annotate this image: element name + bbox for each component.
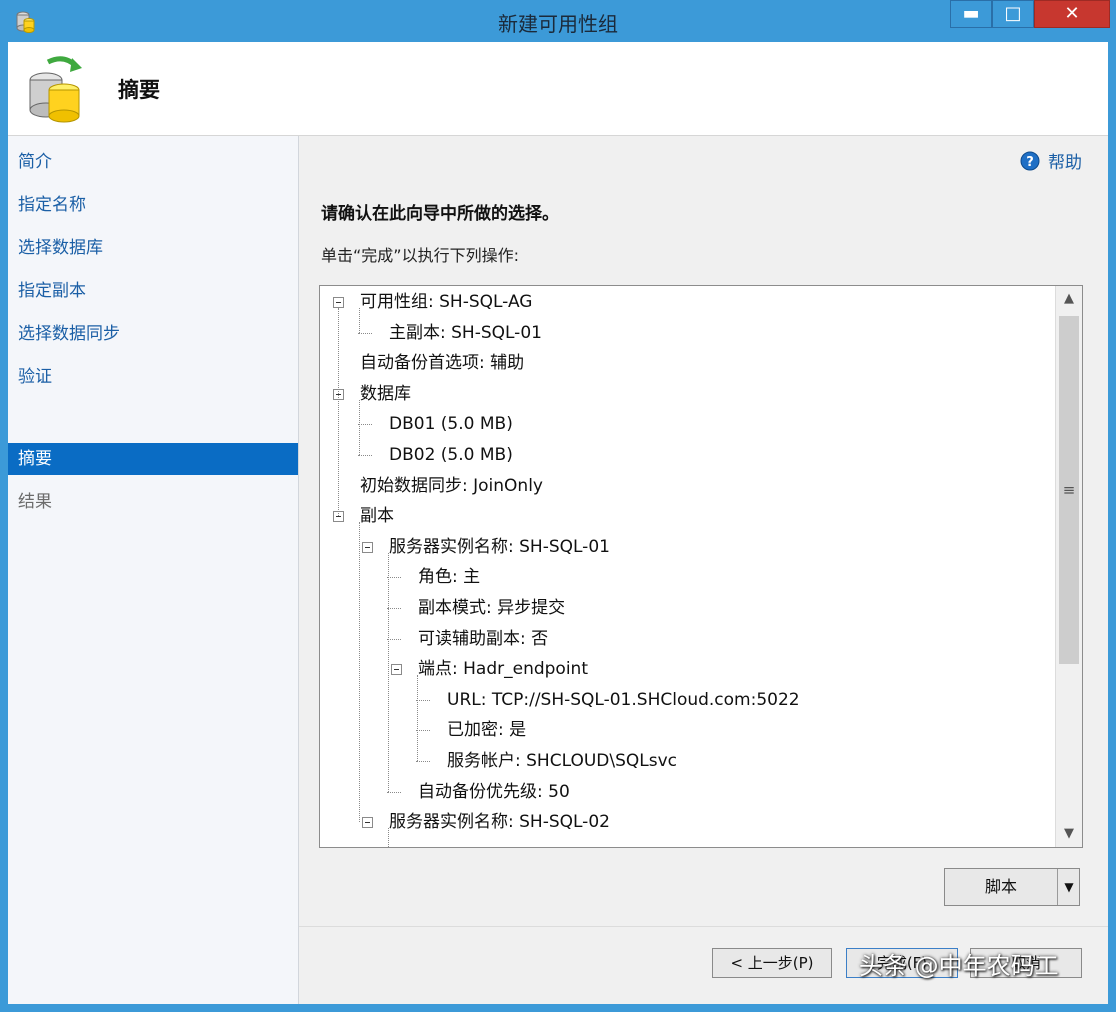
sidebar-item-validation[interactable]: 验证 — [8, 361, 298, 393]
sidebar-item-name[interactable]: 指定名称 — [8, 189, 298, 221]
tree-node[interactable]: 自动备份优先级: 50 — [418, 777, 570, 807]
title-bar[interactable]: 新建可用性组 ▬ □ ✕ — [0, 0, 1116, 42]
summary-tree[interactable]: 可用性组: SH-SQL-AG 主副本: SH-SQL-01 自动备份首选项: 辅助… — [319, 285, 1083, 848]
page-title: 摘要 — [118, 78, 160, 102]
tree-node[interactable]: 可读辅助副本: 否 — [418, 624, 548, 654]
chevron-up-icon: ▲ — [1064, 291, 1074, 306]
tree-connector — [358, 424, 372, 426]
tree-node[interactable]: 可用性组: SH-SQL-AG — [360, 287, 532, 317]
sidebar-item-data-sync[interactable]: 选择数据同步 — [8, 318, 298, 350]
main-panel: ? 帮助 请确认在此向导中所做的选择。 单击“完成”以执行下列操作: 可用性组:… — [299, 136, 1108, 1004]
help-icon: ? — [1020, 151, 1040, 170]
previous-button[interactable]: < 上一步(P) — [712, 948, 832, 978]
sidebar-item-intro[interactable]: 简介 — [8, 146, 298, 178]
tree-node[interactable]: 角色: 主 — [418, 562, 480, 592]
tree-connector — [416, 761, 430, 762]
instruction-text: 单击“完成”以执行下列操作: — [321, 246, 519, 265]
help-label: 帮助 — [1048, 153, 1082, 173]
wizard-window: 新建可用性组 ▬ □ ✕ 摘要 简介 指定名称 选择数据库 指定副本 选择数据同… — [0, 0, 1116, 1012]
scroll-down-button[interactable]: ▼ — [1056, 821, 1082, 847]
minimize-button[interactable]: ▬ — [950, 0, 992, 28]
database-sync-icon — [29, 56, 82, 123]
tree-connector — [387, 638, 401, 640]
tree-node[interactable]: 自动备份首选项: 辅助 — [360, 348, 524, 378]
script-button-label: 脚本 — [984, 877, 1017, 896]
close-button[interactable]: ✕ — [1034, 0, 1110, 28]
help-link[interactable]: ? 帮助 — [1020, 148, 1082, 173]
tree-node[interactable]: 数据库 — [360, 379, 411, 409]
tree-node[interactable]: 服务帐户: SHCLOUD\SQLsvc — [447, 746, 677, 776]
scroll-thumb[interactable]: ≡ — [1059, 316, 1079, 664]
tree-node[interactable]: DB02 (5.0 MB) — [389, 440, 513, 470]
scroll-up-button[interactable]: ▲ — [1056, 286, 1082, 312]
script-button[interactable]: 脚本 ▼ — [944, 868, 1080, 906]
footer-separator — [299, 926, 1108, 927]
sidebar-item-results: 结果 — [18, 492, 52, 512]
sidebar-item-summary[interactable]: 摘要 — [8, 443, 298, 475]
collapse-icon[interactable] — [362, 541, 373, 553]
tree-node[interactable]: 端点: Hadr_endpoint — [418, 654, 588, 684]
tree-node[interactable]: 初始数据同步: JoinOnly — [360, 471, 543, 501]
maximize-icon: □ — [1004, 3, 1022, 24]
tree-connector — [387, 608, 401, 609]
script-dropdown-arrow[interactable]: ▼ — [1059, 869, 1079, 905]
minimize-icon: ▬ — [962, 3, 980, 24]
maximize-button[interactable]: □ — [992, 0, 1034, 28]
window-title: 新建可用性组 — [498, 12, 618, 36]
tree-connector — [387, 791, 401, 793]
tree-connector — [388, 552, 389, 792]
tree-node[interactable]: URL: TCP://SH-SQL-01.SHCloud.com:5022 — [447, 685, 800, 715]
collapse-icon[interactable] — [391, 664, 402, 676]
collapse-icon[interactable] — [333, 297, 344, 308]
watermark: 头条 @中年农码工 — [859, 952, 1059, 980]
tree-node[interactable]: 主副本: SH-SQL-01 — [389, 318, 542, 348]
tree-connector — [359, 522, 360, 823]
chevron-down-icon: ▼ — [1064, 826, 1074, 841]
tree-node[interactable]: 副本模式: 异步提交 — [418, 593, 565, 623]
svg-text:?: ? — [1026, 155, 1034, 170]
tree-node[interactable]: 服务器实例名称: SH-SQL-01 — [389, 532, 610, 562]
close-icon: ✕ — [1064, 3, 1080, 24]
tree-node[interactable]: 副本 — [360, 501, 394, 531]
grip-icon: ≡ — [1062, 481, 1076, 499]
tree-node[interactable]: DB01 (5.0 MB) — [389, 409, 513, 439]
script-button-divider — [1057, 869, 1058, 905]
tree-connector — [358, 332, 372, 334]
tree-node[interactable]: 服务器实例名称: SH-SQL-02 — [389, 807, 610, 837]
sidebar-item-replicas[interactable]: 指定副本 — [8, 275, 298, 307]
tree-connector — [417, 675, 418, 761]
wizard-steps-sidebar: 简介 指定名称 选择数据库 指定副本 选择数据同步 验证 摘要 结果 — [8, 136, 299, 1004]
tree-node[interactable]: 已加密: 是 — [447, 715, 526, 745]
collapse-icon[interactable] — [362, 817, 373, 829]
tree-connector — [338, 308, 339, 517]
sidebar-item-databases[interactable]: 选择数据库 — [8, 232, 298, 264]
page-header: 摘要 — [8, 42, 1108, 136]
tree-connector — [416, 730, 430, 732]
tree-connector — [358, 455, 372, 456]
tree-scrollbar[interactable]: ▲ ≡ ▼ — [1055, 286, 1082, 847]
wizard-client-area: 摘要 简介 指定名称 选择数据库 指定副本 选择数据同步 验证 摘要 结果 ? … — [8, 42, 1108, 1004]
intro-text: 请确认在此向导中所做的选择。 — [321, 204, 559, 224]
chevron-down-icon: ▼ — [1064, 880, 1074, 894]
tree-connector — [387, 577, 401, 579]
tree-connector — [416, 699, 430, 701]
summary-tree-rows: 可用性组: SH-SQL-AG 主副本: SH-SQL-01 自动备份首选项: 辅助… — [320, 286, 1056, 847]
